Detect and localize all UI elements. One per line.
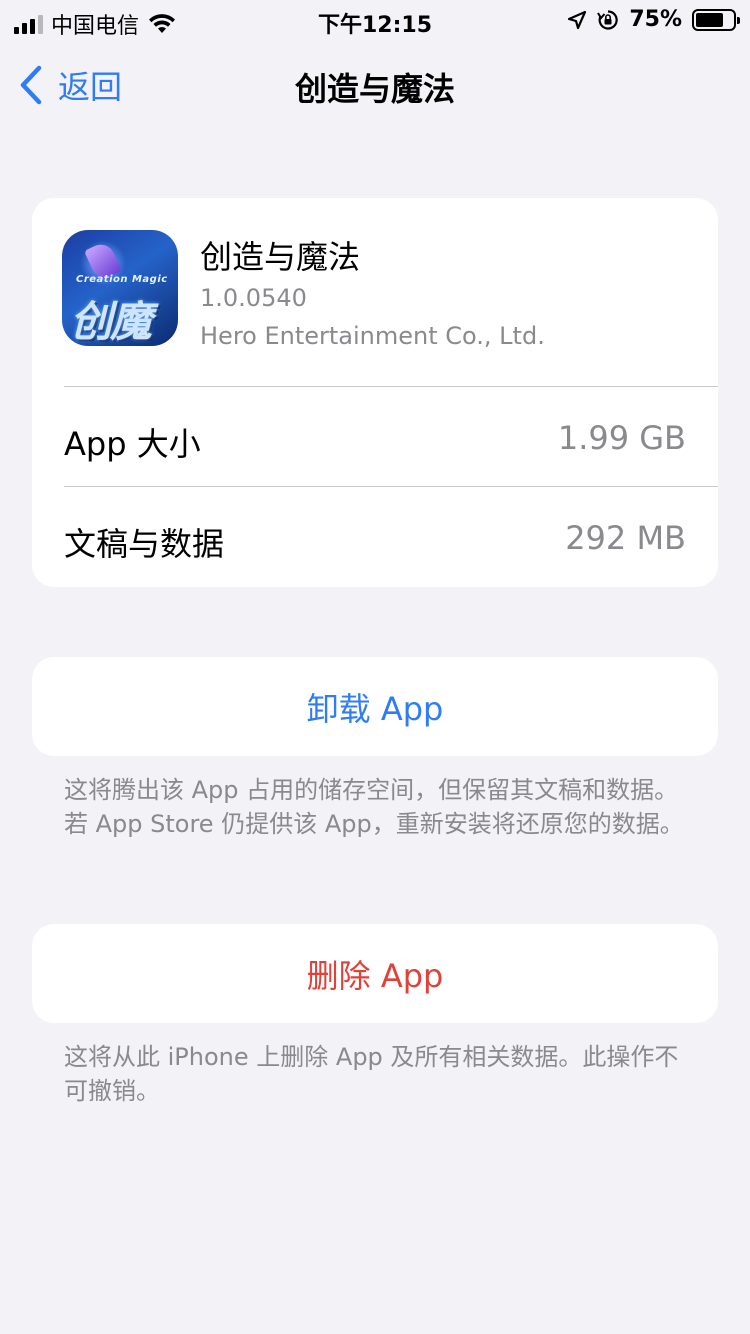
app-size-label: App 大小: [64, 425, 201, 463]
app-icon-subtitle: Creation Magic: [76, 274, 168, 285]
app-size-value: 1.99 GB: [557, 419, 686, 457]
page-title: 创造与魔法: [294, 70, 455, 108]
battery-fill: [696, 12, 723, 27]
app-name: 创造与魔法: [200, 238, 361, 276]
location-arrow-icon: [568, 10, 587, 29]
app-info-card: Creation Magic 创魔 创造与魔法 1.0.0540 Hero En…: [32, 198, 718, 587]
app-icon: Creation Magic 创魔: [62, 230, 178, 346]
delete-app-description: 这将从此 iPhone 上删除 App 及所有相关数据。此操作不可撤销。: [64, 1043, 679, 1105]
navigation-bar: 返回 创造与魔法: [0, 40, 750, 128]
documents-data-value: 292 MB: [565, 519, 686, 557]
status-right: 75%: [567, 7, 740, 32]
orientation-lock-icon: [597, 9, 619, 30]
delete-app-button[interactable]: 删除 App: [32, 924, 718, 1023]
battery-icon: [692, 8, 740, 31]
documents-data-label: 文稿与数据: [64, 525, 225, 563]
app-icon-logo: 创魔: [70, 297, 152, 346]
documents-data-row: 文稿与数据 292 MB: [64, 486, 718, 586]
offload-app-button[interactable]: 卸载 App: [32, 657, 718, 756]
status-bar: 中国电信 下午12:15 75%: [0, 0, 750, 40]
app-developer: Hero Entertainment Co., Ltd.: [200, 322, 545, 350]
offload-app-description: 这将腾出该 App 占用的储存空间，但保留其文稿和数据。若 App Store …: [64, 776, 684, 838]
battery-percent: 75%: [629, 7, 682, 32]
app-size-row: App 大小 1.99 GB: [64, 386, 718, 486]
app-version: 1.0.0540: [200, 284, 307, 312]
app-header: Creation Magic 创魔 创造与魔法 1.0.0540 Hero En…: [32, 198, 718, 386]
